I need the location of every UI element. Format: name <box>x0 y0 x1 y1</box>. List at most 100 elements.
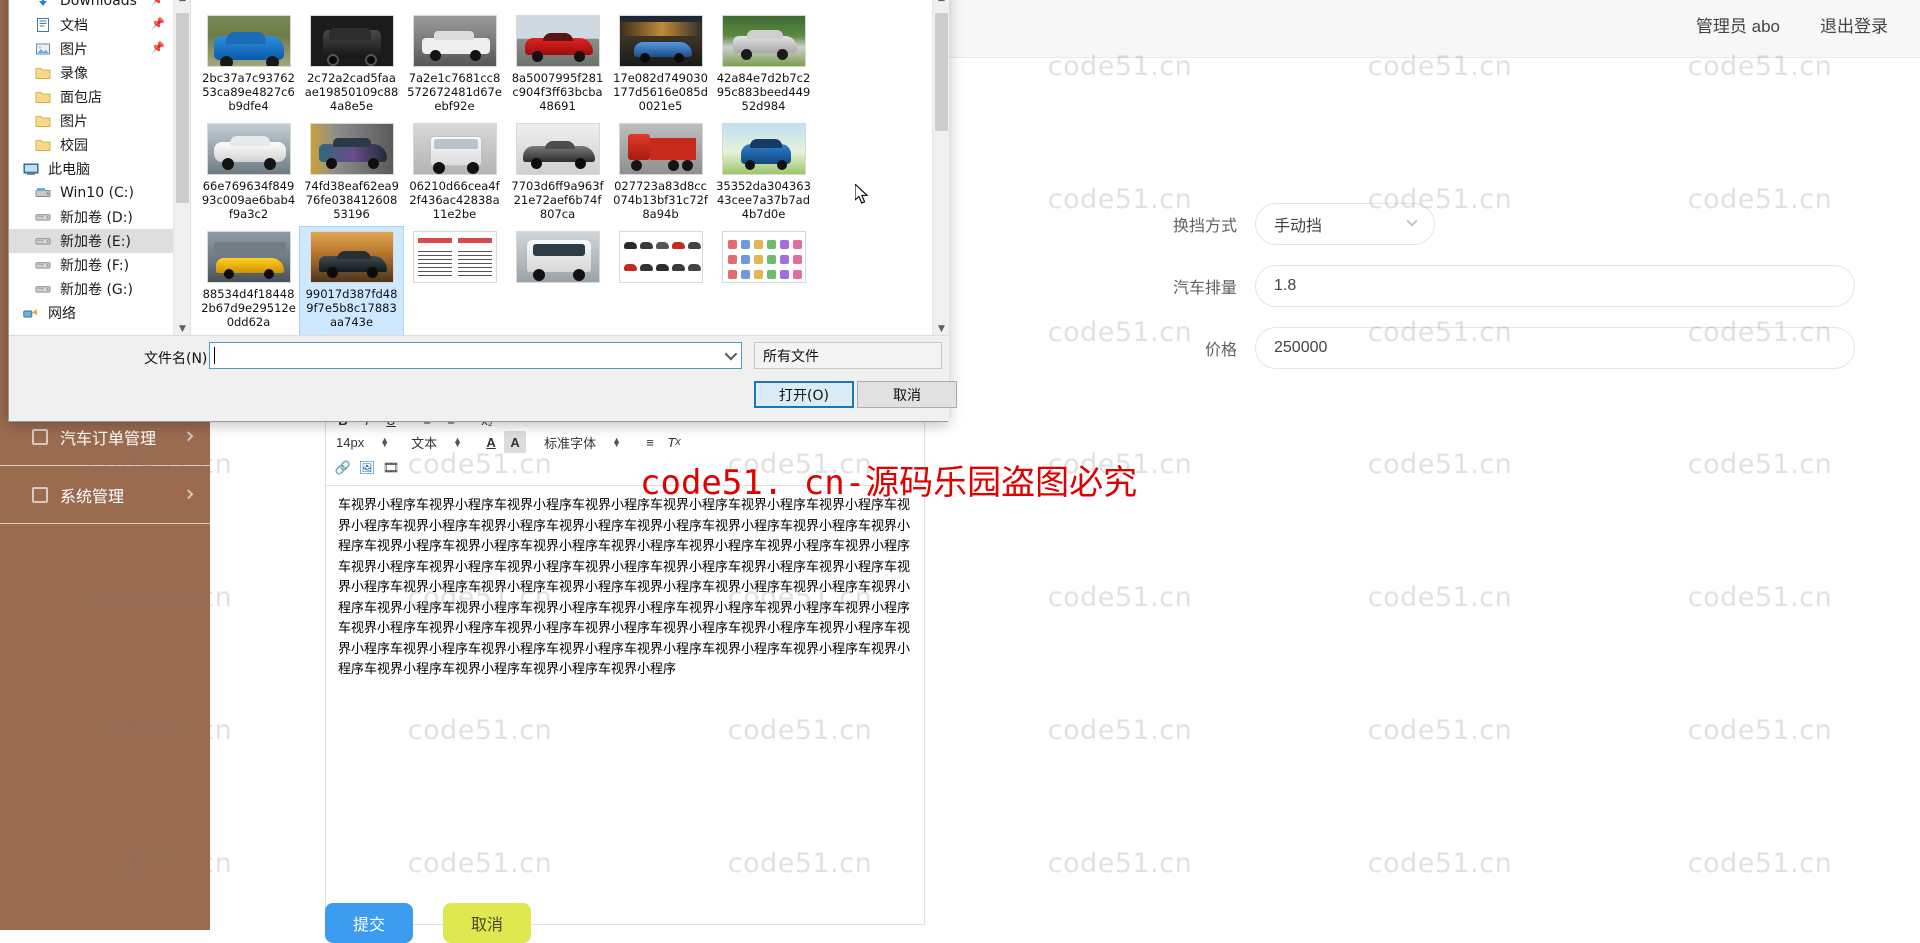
displacement-input[interactable]: 1.8 <box>1255 265 1855 307</box>
chevron-down-icon[interactable] <box>724 347 738 361</box>
file-item[interactable]: 06210d66cea4f2f436ac42838a11e2be <box>403 119 506 227</box>
file-name-label: 8a5007995f281c904f3ff63bcba48691 <box>511 71 604 113</box>
file-thumbnail <box>206 15 291 67</box>
field-label-transmission: 换挡方式 <box>1172 218 1237 235</box>
file-thumbnail <box>721 15 806 67</box>
file-thumbnail <box>618 231 703 283</box>
transmission-value: 手动挡 <box>1274 218 1323 235</box>
logout-link[interactable]: 退出登录 <box>1820 12 1888 37</box>
file-item[interactable]: 88534d4f184482b67d9e29512e0dd62a <box>197 227 300 335</box>
sidebar-item-system-management[interactable]: 系统管理 <box>0 466 210 524</box>
file-item[interactable]: 99017d387fd489f7e5b8c17883aa743e <box>299 226 404 336</box>
scrollbar-thumb[interactable] <box>935 13 948 131</box>
file-item[interactable] <box>712 227 815 335</box>
file-list-scrollbar[interactable]: ▲ ▼ <box>932 0 949 337</box>
file-item[interactable]: 2c72a2cad5faaae19850109c884a8e5e <box>300 11 403 119</box>
nav-item-7[interactable]: 此电脑 <box>9 157 190 181</box>
sidebar-item-label: 系统管理 <box>60 488 125 506</box>
nav-item-8[interactable]: Win10 (C:) <box>9 181 190 205</box>
editor-content-area[interactable]: 车视界小程序车视界小程序车视界小程序车视界小程序车视界小程序车视界小程序车视界小… <box>325 485 925 925</box>
nav-item-13[interactable]: 网络 <box>9 301 190 325</box>
dialog-cancel-button[interactable]: 取消 <box>857 381 957 408</box>
file-item[interactable]: 7703d6ff9a963f21e72aef6b74f807ca <box>506 119 609 227</box>
file-thumbnail <box>515 231 600 283</box>
file-thumbnail <box>412 231 497 283</box>
nav-item-3[interactable]: 录像 <box>9 61 190 85</box>
nav-item-2[interactable]: 图片 📌 <box>9 37 190 61</box>
format-value: 文本 <box>411 435 438 451</box>
pin-icon[interactable]: 📌 <box>151 42 165 53</box>
clear-format-icon[interactable]: Tx <box>663 431 685 453</box>
dialog-navigation-pane: Downloads📌文档📌图片📌录像面包店图片校园此电脑Win10 (C:)新加… <box>9 0 191 337</box>
cancel-button[interactable]: 取消 <box>443 903 531 943</box>
align-icon[interactable]: ≡ <box>639 431 661 453</box>
file-item[interactable] <box>403 227 506 335</box>
file-type-filter-select[interactable]: 所有文件 <box>754 342 942 369</box>
file-name-label: 2bc37a7c9376253ca89e4827c6b9dfe4 <box>202 71 295 113</box>
text-caret <box>214 347 215 364</box>
file-item[interactable]: 7a2e1c7681cc8572672481d67eebf92e <box>403 11 506 119</box>
nav-item-1[interactable]: 文档 📌 <box>9 13 190 37</box>
file-item[interactable]: 42a84e7d2b7c295c883beed44952d984 <box>712 11 815 119</box>
file-thumbnail <box>618 123 703 175</box>
text-color-icon[interactable]: A <box>480 431 502 453</box>
open-button[interactable]: 打开(O) <box>754 381 854 408</box>
file-name-label: 06210d66cea4f2f436ac42838a11e2be <box>409 179 500 221</box>
dialog-file-list: 2bc37a7c9376253ca89e4827c6b9dfe4 2c72a2ca… <box>191 0 949 337</box>
file-item[interactable]: 35352da30436343cee7a37b7ad4b7d0e <box>712 119 815 227</box>
sidebar-item-label: 汽车订单管理 <box>60 430 157 448</box>
transmission-select[interactable]: 手动挡 <box>1255 203 1435 245</box>
submit-button[interactable]: 提交 <box>325 903 413 943</box>
nav-item-11[interactable]: 新加卷 (F:) <box>9 253 190 277</box>
file-item[interactable]: 66e769634f84993c009ae6bab4f9a3c2 <box>197 119 300 227</box>
chevron-right-icon <box>183 488 194 499</box>
format-select[interactable]: 文本 ▲ ▼ <box>407 431 466 453</box>
file-item[interactable]: 8a5007995f281c904f3ff63bcba48691 <box>506 11 609 119</box>
scroll-up-icon[interactable]: ▲ <box>174 0 190 6</box>
nav-item-0[interactable]: Downloads 📌 <box>9 0 190 13</box>
file-item[interactable] <box>506 227 609 335</box>
file-item[interactable]: 027723a83d8cc074b13bf31c72f8a94b <box>609 119 712 227</box>
file-thumbnail <box>206 231 291 283</box>
scroll-up-icon[interactable]: ▲ <box>933 0 949 6</box>
folder-icon <box>35 89 53 105</box>
navigation-scrollbar[interactable]: ▲ ▼ <box>173 0 190 337</box>
file-name-label: 88534d4f184482b67d9e29512e0dd62a <box>201 287 296 329</box>
editor-text: 车视界小程序车视界小程序车视界小程序车视界小程序车视界小程序车视界小程序车视界小… <box>338 498 911 677</box>
chevron-right-icon <box>183 430 194 441</box>
document-icon <box>35 17 53 33</box>
spinner-icon: ▲ ▼ <box>380 435 390 449</box>
font-size-select[interactable]: 14px ▲ ▼ <box>332 431 393 453</box>
highlight-color-icon[interactable]: A <box>504 431 527 453</box>
nav-item-4[interactable]: 面包店 <box>9 85 190 109</box>
price-input[interactable]: 250000 <box>1255 327 1855 369</box>
file-grid: 2bc37a7c9376253ca89e4827c6b9dfe4 2c72a2ca… <box>197 11 917 337</box>
video-icon[interactable]: 🎞 <box>380 457 402 479</box>
filename-input[interactable] <box>209 342 742 369</box>
nav-item-6[interactable]: 校园 <box>9 133 190 157</box>
nav-item-5[interactable]: 图片 <box>9 109 190 133</box>
pin-icon[interactable]: 📌 <box>151 0 165 5</box>
pin-icon[interactable]: 📌 <box>151 18 165 29</box>
file-name-label: 66e769634f84993c009ae6bab4f9a3c2 <box>201 179 296 221</box>
nav-item-10[interactable]: 新加卷 (E:) <box>9 229 190 253</box>
file-item[interactable]: 2bc37a7c9376253ca89e4827c6b9dfe4 <box>197 11 300 119</box>
file-name-label: 7703d6ff9a963f21e72aef6b74f807ca <box>511 179 604 221</box>
file-item[interactable]: 74fd38eaf62ea976fe03841260853196 <box>300 119 403 227</box>
scrollbar-thumb[interactable] <box>176 13 189 203</box>
nav-item-9[interactable]: 新加卷 (D:) <box>9 205 190 229</box>
file-item[interactable] <box>609 227 712 335</box>
nav-item-12[interactable]: 新加卷 (G:) <box>9 277 190 301</box>
nav-item-label: 录像 <box>60 66 88 82</box>
font-family-select[interactable]: 标准字体 ▲ ▼ <box>540 431 625 453</box>
file-item[interactable]: 17e082d749030177d5616e085d0021e5 <box>609 11 712 119</box>
file-name-label: 35352da30436343cee7a37b7ad4b7d0e <box>716 179 811 221</box>
nav-item-label: 校园 <box>60 138 88 154</box>
file-thumbnail <box>206 123 291 175</box>
folder-icon <box>35 65 53 81</box>
link-icon[interactable]: 🔗 <box>332 457 354 479</box>
nav-item-label: 面包店 <box>60 90 102 106</box>
image-icon[interactable]: 🖼 <box>356 457 378 479</box>
drive-icon <box>35 209 53 225</box>
field-label-price: 价格 <box>1204 342 1237 359</box>
